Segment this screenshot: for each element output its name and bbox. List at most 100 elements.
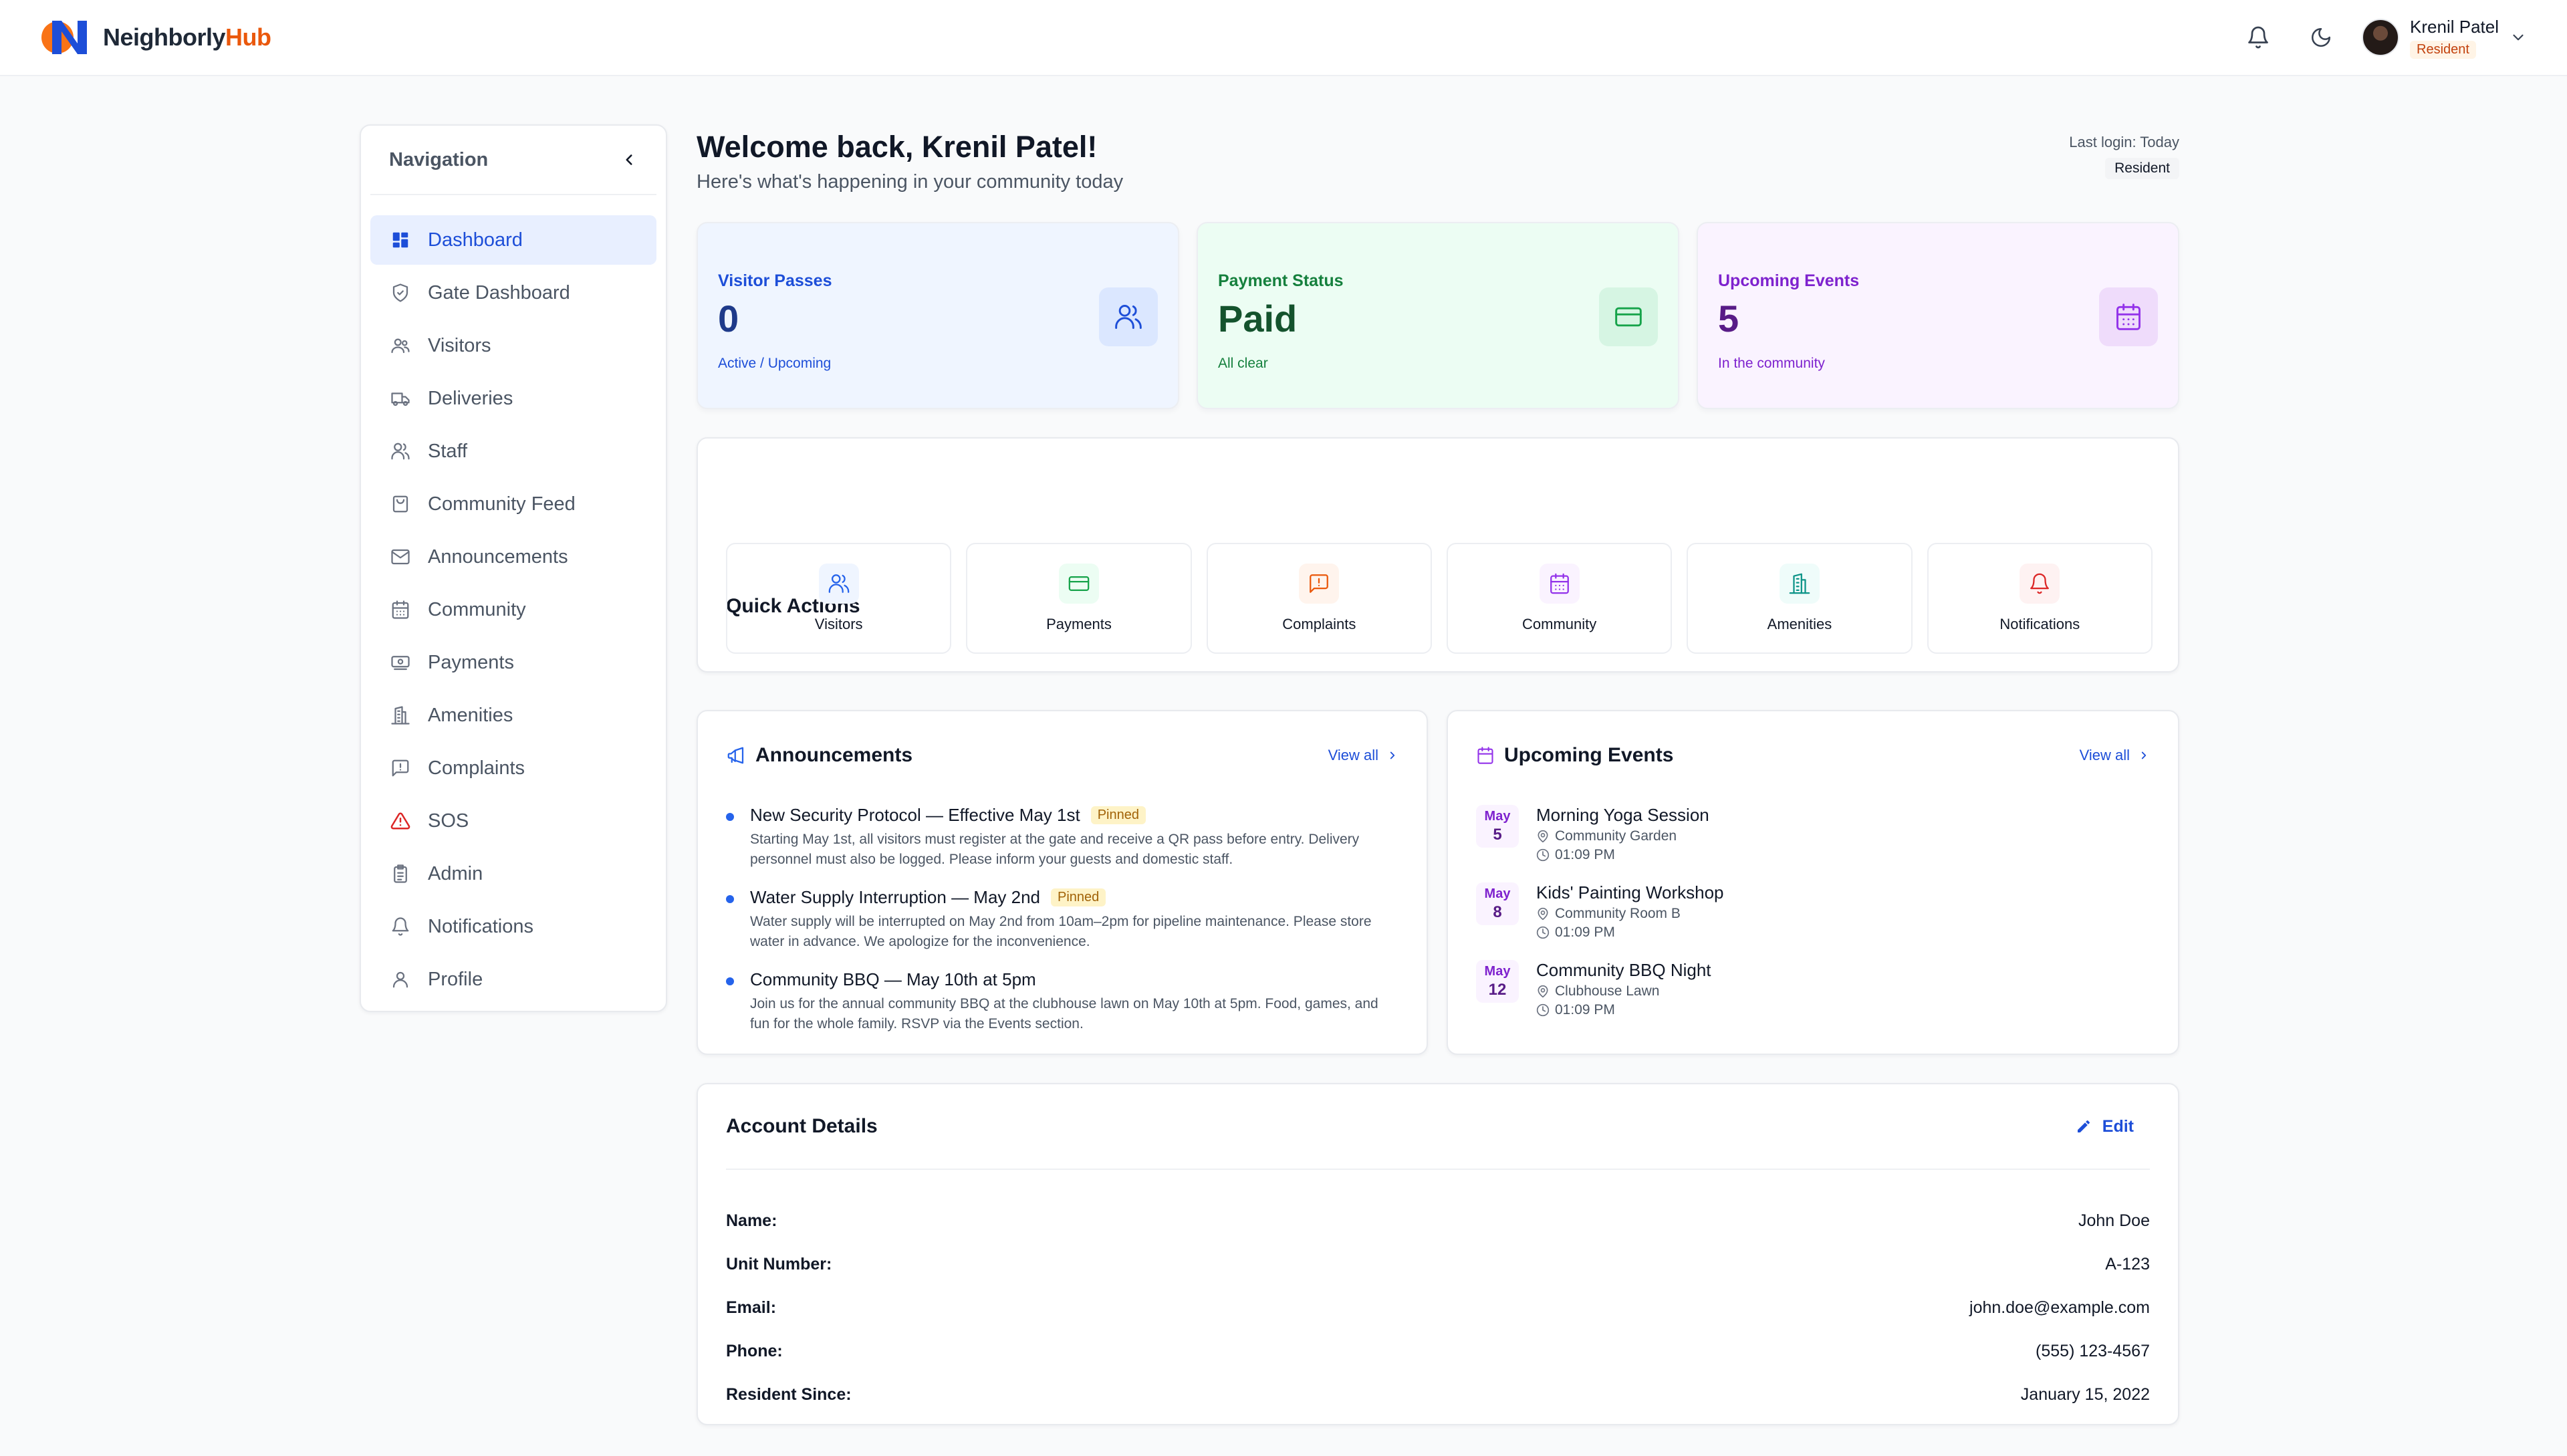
event-location: Community Room B — [1555, 906, 1681, 921]
edit-account-button[interactable]: Edit — [2076, 1117, 2134, 1136]
stats-row: Visitor Passes 0 Active / Upcoming Payme… — [697, 222, 2179, 409]
sidebar-item-announcements[interactable]: Announcements — [370, 532, 656, 582]
bullet-dot — [726, 895, 734, 903]
announcement-title: New Security Protocol — Effective May 1s… — [750, 805, 1080, 825]
bullet-dot — [726, 813, 734, 821]
quick-action-community[interactable]: Community — [1446, 543, 1673, 654]
user-icon — [389, 968, 412, 991]
app-logo[interactable]: NeighborlyHub — [40, 15, 271, 59]
account-details-panel: Account Details Edit Name: John Doe Unit… — [697, 1083, 2179, 1425]
announcement-title: Community BBQ — May 10th at 5pm — [750, 969, 1036, 989]
logo-text-neighborly: Neighborly — [103, 23, 226, 51]
sidebar-item-payments[interactable]: Payments — [370, 638, 656, 687]
event-time-row: 01:09 PM — [1536, 925, 1724, 941]
sidebar-item-deliveries[interactable]: Deliveries — [370, 374, 656, 423]
account-row-resident-since: Resident Since: January 15, 2022 — [726, 1373, 2150, 1417]
events-view-all-link[interactable]: View all — [2080, 747, 2150, 764]
events-title-wrap: Upcoming Events — [1476, 744, 1673, 767]
event-time: 01:09 PM — [1555, 925, 1615, 940]
upcoming-events-panel: Upcoming Events View all May 5 Morning Y… — [1447, 710, 2179, 1055]
announcement-title-row: New Security Protocol — Effective May 1s… — [750, 805, 1398, 826]
event-location: Clubhouse Lawn — [1555, 983, 1660, 999]
users-icon — [818, 564, 859, 604]
collapse-sidebar-button[interactable] — [620, 151, 638, 168]
sidebar-item-staff[interactable]: Staff — [370, 427, 656, 476]
theme-toggle-button[interactable] — [2290, 6, 2352, 69]
mail-icon — [389, 545, 412, 568]
sidebar-item-label: Community Feed — [428, 493, 576, 515]
event-item[interactable]: May 5 Morning Yoga Session Community Gar… — [1476, 805, 2150, 866]
sidebar-item-label: Amenities — [428, 704, 513, 726]
pencil-icon — [2077, 1120, 2090, 1132]
quick-action-label: Visitors — [814, 616, 863, 632]
stat-card-visitor-passes[interactable]: Visitor Passes 0 Active / Upcoming — [697, 222, 1179, 409]
stat-foot: All clear — [1218, 356, 1268, 371]
user-menu[interactable]: Krenil Patel Resident — [2362, 17, 2527, 59]
sidebar-item-profile[interactable]: Profile — [370, 955, 656, 1004]
role-badge: Resident — [2105, 158, 2179, 179]
logo-wordmark: NeighborlyHub — [103, 23, 271, 51]
field-label: Unit Number: — [726, 1255, 832, 1273]
quick-action-notifications[interactable]: Notifications — [1927, 543, 2153, 654]
stat-card-payment-status[interactable]: Payment Status Paid All clear — [1197, 222, 1679, 409]
bullet-dot — [726, 977, 734, 985]
quick-action-visitors[interactable]: Visitors — [726, 543, 952, 654]
field-label: Email: — [726, 1298, 777, 1317]
map-pin-icon — [1538, 985, 1548, 998]
view-all-label: View all — [1328, 747, 1378, 763]
warning-icon — [389, 810, 412, 832]
edit-label: Edit — [2102, 1116, 2134, 1136]
sidebar-item-community-feed[interactable]: Community Feed — [370, 479, 656, 529]
page-title: Welcome back, Krenil Patel! — [697, 130, 1098, 164]
announcement-body: Water supply will be interrupted on May … — [750, 914, 1372, 949]
sidebar-item-notifications[interactable]: Notifications — [370, 902, 656, 951]
sidebar-item-amenities[interactable]: Amenities — [370, 691, 656, 740]
bell-icon — [2020, 564, 2060, 604]
sidebar-item-admin[interactable]: Admin — [370, 849, 656, 898]
sidebar-item-sos[interactable]: SOS — [370, 796, 656, 846]
quick-action-amenities[interactable]: Amenities — [1687, 543, 1913, 654]
sidebar-item-dashboard[interactable]: Dashboard — [370, 215, 656, 265]
notifications-button[interactable] — [2227, 6, 2290, 69]
dashboard-icon — [389, 229, 412, 251]
account-details-rows: Name: John Doe Unit Number: A-123 Email:… — [726, 1199, 2150, 1417]
quick-action-complaints[interactable]: Complaints — [1206, 543, 1432, 654]
clock-icon — [1536, 1003, 1550, 1017]
sidebar-item-label: Admin — [428, 862, 483, 884]
account-row-name: Name: John Doe — [726, 1199, 2150, 1243]
sidebar-item-gate-dashboard[interactable]: Gate Dashboard — [370, 268, 656, 318]
event-item[interactable]: May 12 Community BBQ Night Clubhouse Law… — [1476, 960, 2150, 1021]
sidebar-item-label: Notifications — [428, 915, 533, 937]
chevron-left-icon — [626, 154, 632, 165]
sidebar-item-visitors[interactable]: Visitors — [370, 321, 656, 370]
event-item[interactable]: May 8 Kids' Painting Workshop Community … — [1476, 882, 2150, 944]
event-details: Kids' Painting Workshop Community Room B… — [1536, 882, 1724, 941]
announcements-list: New Security Protocol — Effective May 1s… — [726, 805, 1398, 1052]
bell-icon — [2248, 26, 2268, 49]
sidebar-item-label: Visitors — [428, 334, 491, 356]
sidebar-item-community[interactable]: Community — [370, 585, 656, 634]
stat-card-upcoming-events[interactable]: Upcoming Events 5 In the community — [1697, 222, 2179, 409]
calendar-icon — [389, 598, 412, 621]
clock-icon — [1536, 926, 1550, 939]
account-details-header: Account Details Edit — [726, 1084, 2150, 1170]
announcement-item[interactable]: Water Supply Interruption — May 2nd Pinn… — [726, 887, 1398, 952]
announcement-item[interactable]: Community BBQ — May 10th at 5pm Join us … — [726, 969, 1398, 1034]
announcements-view-all-link[interactable]: View all — [1328, 747, 1398, 764]
main-content: Welcome back, Krenil Patel! Here's what'… — [697, 124, 2179, 1425]
event-location: Community Garden — [1555, 828, 1677, 844]
map-pin-icon — [1538, 907, 1548, 921]
quick-action-payments[interactable]: Payments — [966, 543, 1192, 654]
login-info: Last login: Today Resident — [2069, 134, 2179, 179]
stat-label: Visitor Passes — [718, 271, 832, 290]
field-label: Resident Since: — [726, 1385, 852, 1404]
sidebar-item-complaints[interactable]: Complaints — [370, 743, 656, 793]
shield-icon — [389, 281, 412, 304]
chevron-right-icon — [1390, 751, 1395, 759]
event-location-row: Community Garden — [1536, 828, 1709, 844]
event-date-badge: May 8 — [1476, 882, 1519, 925]
announcement-item[interactable]: New Security Protocol — Effective May 1s… — [726, 805, 1398, 870]
calendar-icon — [2099, 287, 2158, 346]
logo-text-hub: Hub — [225, 23, 271, 51]
account-details-title: Account Details — [726, 1115, 878, 1137]
